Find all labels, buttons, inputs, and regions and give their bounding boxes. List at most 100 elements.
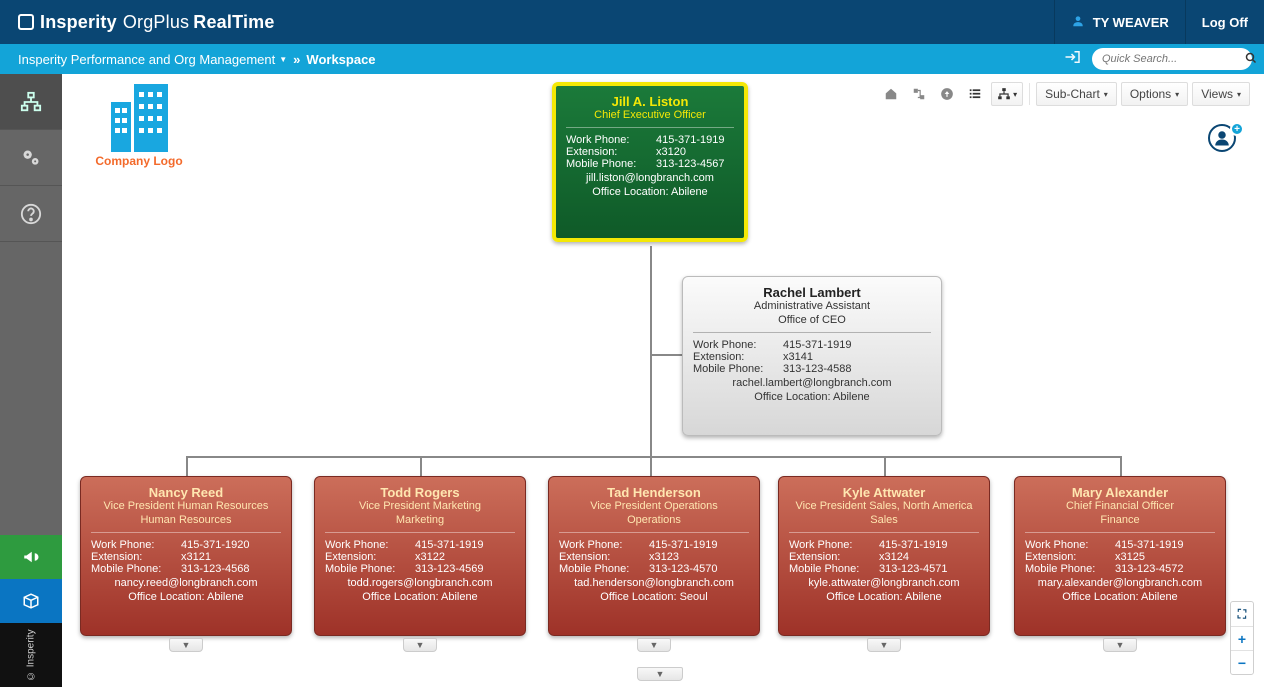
card-email: tad.henderson@longbranch.com [559, 577, 749, 589]
field-value: 313-123-4568 [181, 563, 250, 575]
org-card-vp[interactable]: Todd Rogers Vice President Marketing Mar… [314, 476, 526, 636]
field-value: 313-123-4569 [415, 563, 484, 575]
rail-orgchart-button[interactable] [0, 74, 62, 130]
card-email: jill.liston@longbranch.com [566, 172, 734, 184]
rail-announce-button[interactable] [0, 535, 62, 579]
field-label: Office Location: [600, 591, 676, 603]
breadcrumb-root[interactable]: Insperity Performance and Org Management… [18, 52, 287, 67]
field-value: Abilene [905, 591, 942, 603]
connector-line [186, 456, 188, 476]
field-label: Office Location: [128, 591, 204, 603]
field-label: Extension: [325, 551, 415, 563]
field-label: Office Location: [592, 186, 668, 198]
card-title: Chief Financial Officer [1025, 500, 1215, 512]
rail-settings-button[interactable] [0, 130, 62, 186]
field-label: Extension: [91, 551, 181, 563]
expand-button[interactable]: ▼ [867, 638, 901, 652]
field-value: 415-371-1919 [415, 539, 484, 551]
field-label: Mobile Phone: [566, 158, 656, 170]
field-label: Office Location: [362, 591, 438, 603]
field-label: Extension: [789, 551, 879, 563]
canvas: Company Logo ▾ Sub-Chart▾ Options▾ Views… [62, 74, 1264, 687]
org-card-vp[interactable]: Tad Henderson Vice President Operations … [548, 476, 760, 636]
current-user-button[interactable]: TY WEAVER [1054, 0, 1185, 44]
options-dropdown[interactable]: Options▾ [1121, 82, 1188, 106]
search-icon[interactable] [1245, 52, 1257, 67]
rail-copyright: © Insperity [0, 623, 62, 687]
field-value: 415-371-1919 [656, 134, 725, 146]
field-value: x3120 [656, 146, 686, 158]
field-value: 415-371-1919 [783, 339, 852, 351]
field-value: Abilene [441, 591, 478, 603]
enter-icon[interactable] [1064, 50, 1082, 69]
card-dept: Marketing [325, 514, 515, 526]
field-label: Mobile Phone: [693, 363, 783, 375]
field-label: Work Phone: [789, 539, 879, 551]
rail-copyright-label: © Insperity [26, 629, 37, 681]
org-card-vp[interactable]: Nancy Reed Vice President Human Resource… [80, 476, 292, 636]
org-card-assistant[interactable]: Rachel Lambert Administrative Assistant … [682, 276, 942, 436]
expand-button[interactable]: ▼ [169, 638, 203, 652]
field-value: 415-371-1919 [649, 539, 718, 551]
field-value: 415-371-1920 [181, 539, 250, 551]
field-value: x3125 [1115, 551, 1145, 563]
field-value: x3124 [879, 551, 909, 563]
field-label: Work Phone: [566, 134, 656, 146]
org-card-ceo[interactable]: Jill A. Liston Chief Executive Officer W… [552, 82, 748, 242]
field-label: Work Phone: [693, 339, 783, 351]
card-name: Rachel Lambert [693, 285, 931, 300]
card-name: Jill A. Liston [566, 94, 734, 109]
topbar: Insperity OrgPlus RealTime TY WEAVER Log… [0, 0, 1264, 44]
field-value: 313-123-4588 [783, 363, 852, 375]
logoff-button[interactable]: Log Off [1185, 0, 1264, 44]
expand-button[interactable]: ▼ [1103, 638, 1137, 652]
home-icon[interactable] [879, 82, 903, 106]
field-value: 415-371-1919 [1115, 539, 1184, 551]
connector-line [420, 456, 422, 476]
views-label: Views [1201, 87, 1233, 101]
rail-box-button[interactable] [0, 579, 62, 623]
org-card-vp[interactable]: Kyle Attwater Vice President Sales, Nort… [778, 476, 990, 636]
list-icon[interactable] [963, 82, 987, 106]
company-logo: Company Logo [84, 84, 194, 168]
canvas-toolbar: ▾ Sub-Chart▾ Options▾ Views▾ [879, 82, 1250, 106]
views-dropdown[interactable]: Views▾ [1192, 82, 1250, 106]
field-label: Mobile Phone: [559, 563, 649, 575]
add-profile-button[interactable]: + [1208, 124, 1242, 158]
rail-spacer [0, 242, 62, 535]
subchart-dropdown[interactable]: Sub-Chart▾ [1036, 82, 1117, 106]
expand-button[interactable]: ▼ [637, 638, 671, 652]
org-card-vp[interactable]: Mary Alexander Chief Financial Officer F… [1014, 476, 1226, 636]
connector-line [186, 456, 1120, 458]
subbar-right [1064, 48, 1252, 70]
hierarchy-dropdown-icon[interactable]: ▾ [991, 82, 1023, 106]
field-label: Extension: [1025, 551, 1115, 563]
field-label: Work Phone: [559, 539, 649, 551]
zoom-in-button[interactable]: + [1231, 626, 1253, 650]
field-value: Abilene [207, 591, 244, 603]
zoom-out-button[interactable]: − [1231, 650, 1253, 674]
field-value: Abilene [671, 186, 708, 198]
field-label: Work Phone: [91, 539, 181, 551]
card-dept: Finance [1025, 514, 1215, 526]
expand-main-button[interactable]: ▼ [637, 667, 683, 681]
brand-logo: Insperity OrgPlus RealTime [18, 12, 275, 33]
zoom-control: ⛶ + − [1230, 601, 1254, 675]
rail-help-button[interactable] [0, 186, 62, 242]
field-label: Mobile Phone: [91, 563, 181, 575]
expand-button[interactable]: ▼ [403, 638, 437, 652]
quick-search[interactable] [1092, 48, 1252, 70]
card-dept: Sales [789, 514, 979, 526]
card-email: kyle.attwater@longbranch.com [789, 577, 979, 589]
up-arrow-icon[interactable] [935, 82, 959, 106]
logoff-label: Log Off [1202, 15, 1248, 30]
card-title: Chief Executive Officer [566, 109, 734, 121]
brand-icon [18, 14, 34, 30]
card-dept: Office of CEO [693, 314, 931, 326]
toolbar-separator [1029, 83, 1030, 105]
search-input[interactable] [1102, 53, 1245, 65]
card-title: Vice President Marketing [325, 500, 515, 512]
field-value: Abilene [833, 391, 870, 403]
shuffle-icon[interactable] [907, 82, 931, 106]
fullscreen-button[interactable]: ⛶ [1231, 602, 1253, 626]
